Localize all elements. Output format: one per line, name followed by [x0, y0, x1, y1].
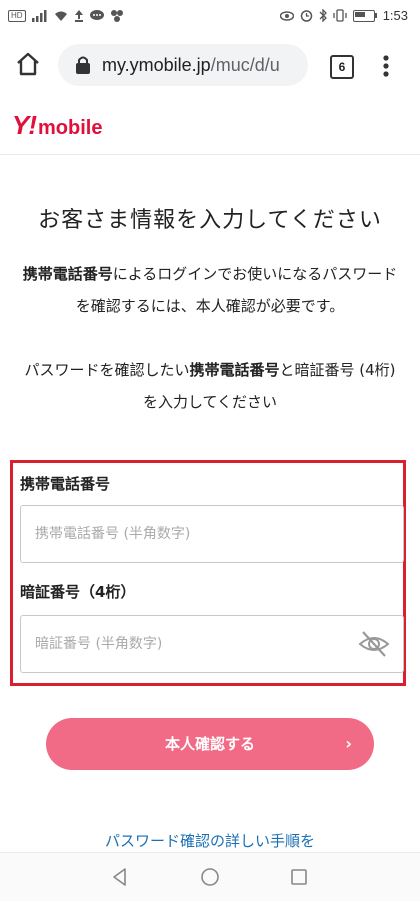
browser-toolbar: my.ymobile.jp/muc/d/u 6 — [0, 34, 420, 97]
login-form-highlight: 携帯電話番号 暗証番号（4桁） — [10, 460, 406, 686]
pin-label: 暗証番号（4桁） — [20, 583, 136, 601]
recent-apps-icon[interactable] — [290, 868, 308, 886]
bluetooth-icon — [319, 9, 327, 22]
signal-icon — [31, 10, 47, 22]
phone-number-input[interactable] — [20, 505, 404, 563]
desc-rest: によるログインでお使いになるパスワードを確認するには、本人確認が必要です。 — [75, 265, 398, 315]
tab-switcher-button[interactable]: 6 — [330, 55, 354, 79]
instruction: パスワードを確認したい携帯電話番号と暗証番号 (4桁) を入力してください — [18, 354, 402, 418]
logo-y: Y! — [12, 110, 37, 140]
desc-bold: 携帯電話番号 — [22, 265, 113, 283]
pin-input[interactable] — [20, 615, 404, 673]
ymobile-logo[interactable]: Y! mobile — [12, 110, 102, 141]
home-icon[interactable] — [14, 50, 42, 78]
submit-label: 本人確認する — [164, 735, 255, 753]
site-header: Y! mobile — [0, 96, 420, 155]
battery-icon — [352, 9, 377, 22]
system-nav-bar — [0, 852, 420, 901]
eye-icon — [279, 10, 294, 21]
url-host: my.ymobile.jp — [102, 54, 211, 75]
url-text: my.ymobile.jp/muc/d/u — [102, 55, 280, 76]
home-circle-icon[interactable] — [200, 867, 220, 887]
password-help-link[interactable]: パスワード確認の詳しい手順を — [0, 830, 420, 851]
desc2-bold: 携帯電話番号 — [189, 361, 280, 379]
status-right-icons: 1:53 — [279, 8, 408, 23]
logo-text: mobile — [38, 117, 103, 139]
phone-label: 携帯電話番号 — [20, 475, 111, 493]
hd-badge: HD — [8, 10, 26, 22]
address-bar[interactable]: my.ymobile.jp/muc/d/u — [58, 44, 308, 86]
chat-icon — [89, 10, 104, 20]
upload-icon — [74, 10, 83, 22]
verify-identity-button[interactable]: 本人確認する › — [46, 718, 374, 770]
clock-time: 1:53 — [382, 8, 408, 23]
wifi-icon — [54, 11, 67, 21]
back-icon[interactable] — [110, 867, 130, 887]
url-path: /muc/d/u — [210, 54, 280, 75]
more-menu-icon[interactable] — [378, 52, 394, 80]
status-left-icons: HD — [8, 9, 124, 23]
app-icon — [110, 10, 123, 22]
page-title: お客さま情報を入力してください — [38, 208, 382, 233]
toggle-visibility-icon[interactable] — [357, 627, 391, 661]
desc2-pre: パスワードを確認したい — [24, 361, 190, 379]
alarm-icon — [300, 10, 312, 22]
status-bar: HD 1:53 — [0, 0, 420, 34]
vibrate-icon — [333, 9, 347, 22]
lock-icon — [76, 56, 90, 74]
chevron-right-icon: › — [345, 734, 352, 753]
description: 携帯電話番号によるログインでお使いになるパスワードを確認するには、本人確認が必要… — [18, 258, 402, 322]
